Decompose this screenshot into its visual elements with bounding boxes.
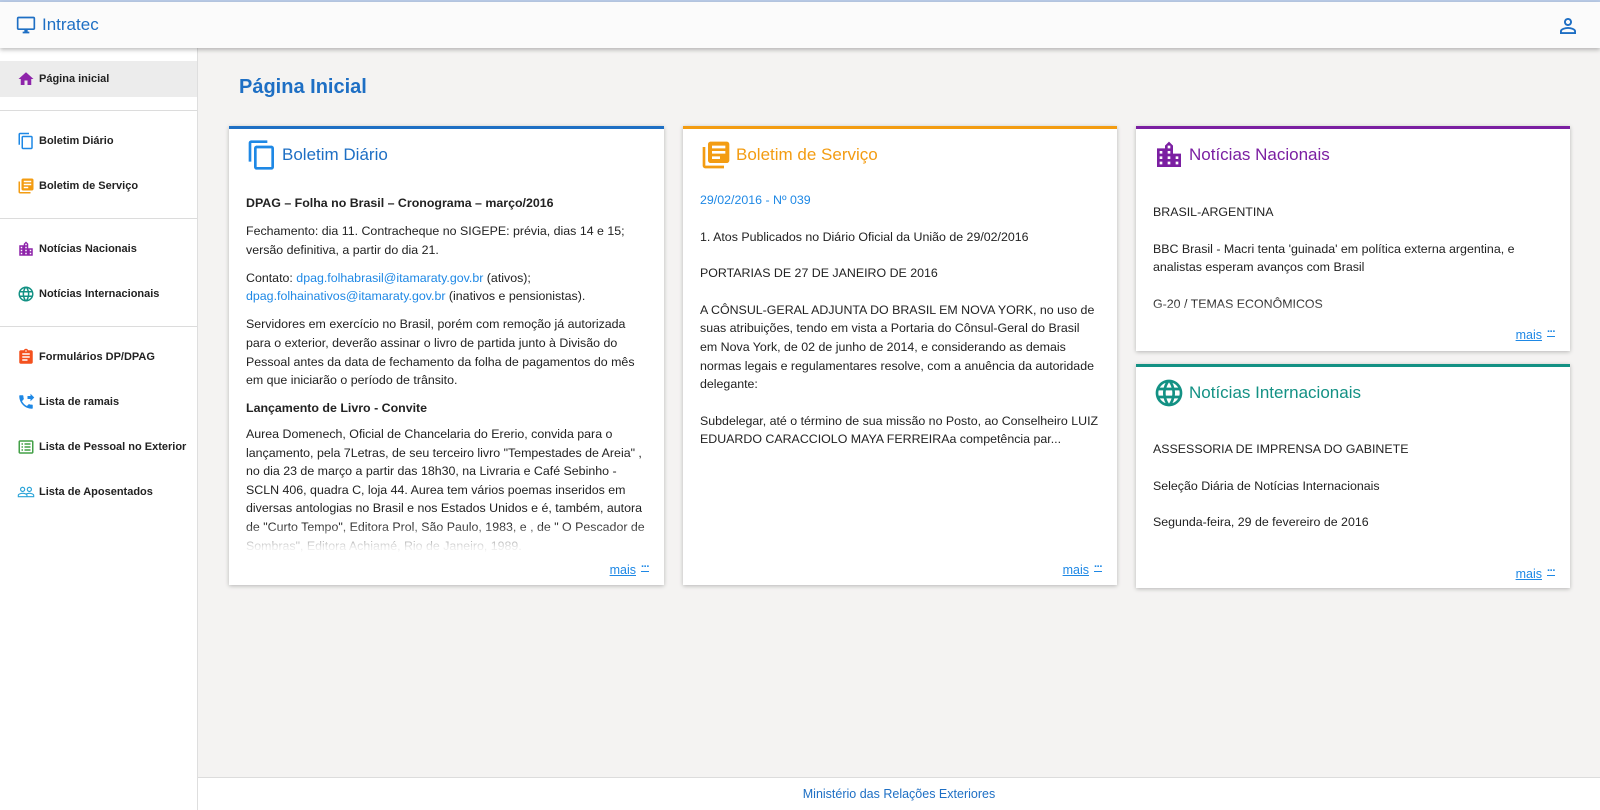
- sidebar-item-label: Boletim Diário: [39, 135, 114, 147]
- bulletin-date: 29/02/2016 - Nº 039: [700, 193, 811, 207]
- page-title: Página Inicial: [239, 76, 367, 98]
- card-boletim-diario: Boletim Diário DPAG – Folha no Brasil – …: [229, 126, 664, 585]
- footer-text: Ministério das Relações Exteriores: [802, 787, 996, 801]
- more-link-label: mais: [609, 563, 636, 577]
- content-fade: [229, 523, 664, 585]
- news-paragraph: A CÔNSUL-GERAL ADJUNTA DO BRASIL EM NOVA…: [700, 302, 1095, 392]
- card-content: 29/02/2016 - Nº 039 1. Atos Publicados n…: [700, 191, 1100, 458]
- app-title: Intratec: [42, 15, 99, 34]
- sidebar-item-label: Notícias Nacionais: [39, 243, 137, 255]
- news-paragraph: Segunda-feira, 29 de fevereiro de 2016: [1153, 515, 1369, 530]
- more-link[interactable]: mais ···: [609, 561, 650, 577]
- sidebar-divider: [0, 110, 197, 111]
- more-link-label: mais: [1515, 328, 1542, 342]
- list-icon: [18, 440, 34, 454]
- footer: Ministério das Relações Exteriores: [198, 777, 1600, 810]
- more-link[interactable]: mais ···: [1062, 561, 1103, 577]
- globe-icon: [1155, 379, 1183, 407]
- card-boletim-servico: Boletim de Serviço 29/02/2016 - Nº 039 1…: [683, 126, 1117, 585]
- buildings-icon: [19, 241, 33, 256]
- sidebar-item-noticias-nacionais[interactable]: Notícias Nacionais: [0, 231, 197, 267]
- card-header[interactable]: Boletim de Serviço: [700, 139, 878, 171]
- people-icon: [17, 486, 35, 498]
- phone-forward-icon: [19, 393, 35, 409]
- more-link[interactable]: mais ···: [1515, 565, 1556, 581]
- sidebar-item-label: Notícias Internacionais: [39, 288, 160, 300]
- card-noticias-internacionais: Notícias Internacionais ASSESSORIA DE IM…: [1136, 364, 1570, 588]
- document-list-icon: [18, 178, 34, 194]
- card-title: Notícias Nacionais: [1189, 145, 1330, 164]
- sidebar-item-lista-ramais[interactable]: Lista de ramais: [0, 384, 197, 420]
- sidebar-item-label: Formulários DP/DPAG: [39, 351, 155, 363]
- more-link-label: mais: [1062, 563, 1089, 577]
- home-icon: [18, 72, 34, 85]
- copy-icon: [248, 140, 274, 170]
- copy-icon: [18, 132, 33, 150]
- news-paragraph: ASSESSORIA DE IMPRENSA DO GABINETE: [1153, 442, 1409, 456]
- monitor-icon: [16, 16, 36, 34]
- news-paragraph: BBC Brasil - Macri tenta 'guinada' em po…: [1153, 241, 1515, 275]
- sidebar: Página inicial Boletim Diário Boletim de…: [0, 48, 198, 810]
- sidebar-item-label: Página inicial: [39, 73, 110, 85]
- document-list-icon: [702, 141, 730, 169]
- sidebar-item-label: Boletim de Serviço: [39, 180, 139, 192]
- sidebar-divider: [0, 218, 197, 219]
- email-suffix: (ativos);: [483, 270, 531, 285]
- sidebar-item-boletim-diario[interactable]: Boletim Diário: [0, 123, 197, 159]
- app-bar: Intratec: [0, 2, 1600, 48]
- sidebar-divider: [0, 326, 197, 327]
- sidebar-item-label: Lista de Pessoal no Exterior: [39, 441, 187, 453]
- news-heading: DPAG – Folha no Brasil – Cronograma – ma…: [246, 196, 554, 210]
- card-header[interactable]: Boletim Diário: [246, 139, 388, 171]
- card-header[interactable]: Notícias Internacionais: [1153, 377, 1361, 409]
- sidebar-item-pessoal-exterior[interactable]: Lista de Pessoal no Exterior: [0, 429, 197, 465]
- contact-label: Contato:: [246, 270, 297, 285]
- news-paragraph: Servidores em exercício no Brasil, porém…: [246, 317, 635, 388]
- more-link[interactable]: mais ···: [1515, 326, 1556, 342]
- sidebar-item-boletim-servico[interactable]: Boletim de Serviço: [0, 168, 197, 204]
- user-account-button[interactable]: [1556, 14, 1580, 38]
- buildings-icon: [1157, 141, 1181, 167]
- news-paragraph: BRASIL-ARGENTINA: [1153, 205, 1274, 219]
- card-content: DPAG – Folha no Brasil – Cronograma – ma…: [246, 194, 647, 565]
- more-dots-icon: ···: [641, 561, 650, 573]
- app-brand[interactable]: Intratec: [16, 15, 99, 35]
- contact-paragraph: Contato: dpag.folhabrasil@itamaraty.gov.…: [246, 269, 647, 306]
- sidebar-item-noticias-internacionais[interactable]: Notícias Internacionais: [0, 276, 197, 312]
- card-title: Notícias Internacionais: [1189, 383, 1361, 402]
- content-fade: [1136, 301, 1570, 351]
- sidebar-item-label: Lista de Aposentados: [39, 486, 153, 498]
- card-header[interactable]: Notícias Nacionais: [1153, 139, 1330, 171]
- more-dots-icon: ···: [1547, 326, 1556, 338]
- email-suffix: (inativos e pensionistas).: [445, 289, 586, 304]
- sidebar-item-label: Lista de ramais: [39, 396, 120, 408]
- card-noticias-nacionais: Notícias Nacionais BRASIL-ARGENTINA BBC …: [1136, 126, 1570, 351]
- email-link-inativos[interactable]: dpag.folhainativos@itamaraty.gov.br: [246, 289, 445, 303]
- content-fade: [683, 523, 1117, 585]
- user-icon: [1560, 18, 1576, 34]
- more-dots-icon: ···: [1547, 565, 1556, 577]
- more-link-label: mais: [1515, 567, 1542, 581]
- clipboard-icon: [19, 348, 33, 364]
- email-link-ativos[interactable]: dpag.folhabrasil@itamaraty.gov.br: [296, 271, 483, 285]
- card-content: ASSESSORIA DE IMPRENSA DO GABINETE Seleç…: [1153, 440, 1553, 541]
- sidebar-item-pagina-inicial[interactable]: Página inicial: [0, 61, 197, 97]
- card-title: Boletim de Serviço: [736, 145, 878, 164]
- globe-icon: [18, 286, 34, 302]
- news-paragraph: 1. Atos Publicados no Diário Oficial da …: [700, 229, 1029, 244]
- news-paragraph: Fechamento: dia 11. Contracheque no SIGE…: [246, 224, 625, 257]
- sidebar-item-aposentados[interactable]: Lista de Aposentados: [0, 474, 197, 510]
- news-heading: Lançamento de Livro - Convite: [246, 401, 428, 416]
- card-title: Boletim Diário: [282, 145, 388, 164]
- news-paragraph: Subdelegar, até o término de sua missão …: [700, 413, 1099, 447]
- news-paragraph: Seleção Diária de Notícias Internacionai…: [1153, 478, 1380, 493]
- sidebar-item-formularios[interactable]: Formulários DP/DPAG: [0, 339, 197, 375]
- news-paragraph: PORTARIAS DE 27 DE JANEIRO DE 2016: [700, 266, 938, 281]
- more-dots-icon: ···: [1094, 561, 1103, 573]
